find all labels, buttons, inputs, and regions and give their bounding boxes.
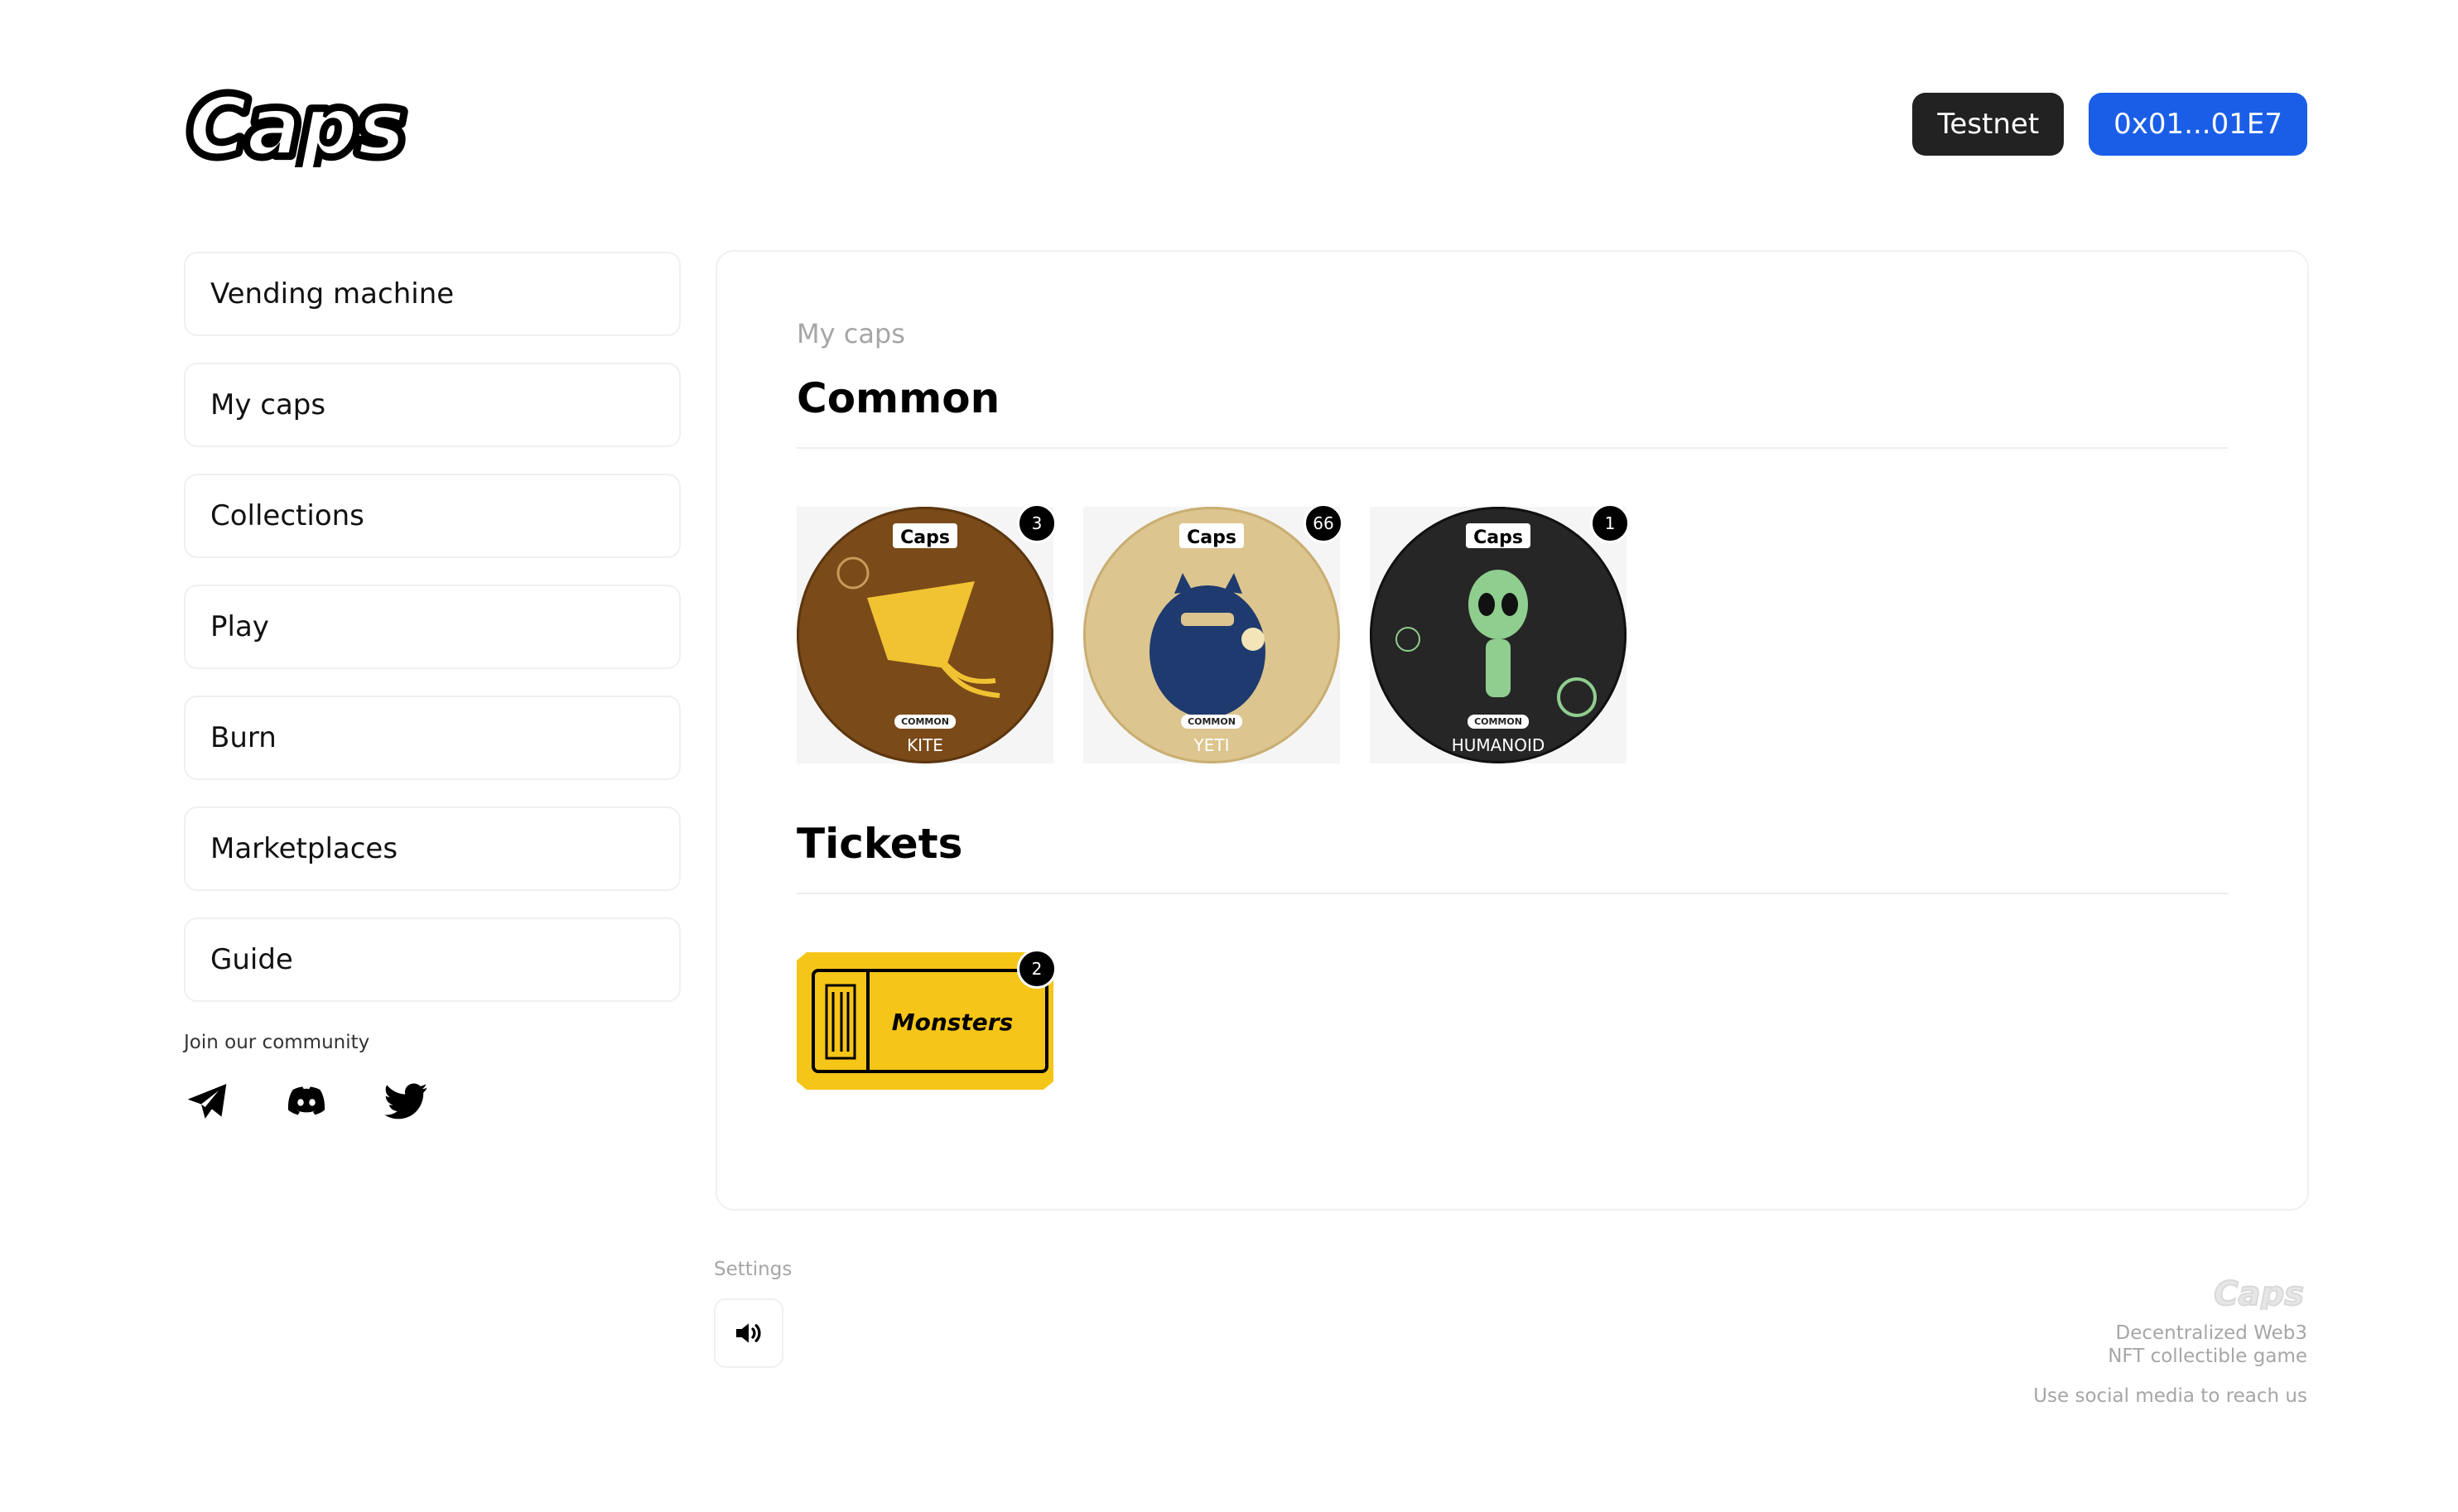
svg-text:Caps: Caps	[900, 527, 950, 548]
footer-contact-note: Use social media to reach us	[2033, 1385, 2307, 1407]
header-actions: Testnet 0x01...01E7	[1912, 93, 2307, 156]
cap-count-badge: 1	[1590, 503, 1630, 543]
svg-text:Monsters: Monsters	[892, 1009, 1014, 1036]
cap-name: KITE	[907, 735, 943, 755]
sidebar-item-marketplaces[interactable]: Marketplaces	[184, 807, 681, 891]
sidebar: Vending machine My caps Collections Play…	[184, 252, 681, 1124]
ticket-card-monsters[interactable]: Monsters 2	[797, 949, 1057, 1090]
sidebar-item-guide[interactable]: Guide	[184, 917, 681, 1002]
telegram-icon[interactable]	[184, 1078, 230, 1124]
common-section-title: Common	[797, 374, 1000, 422]
sidebar-item-play[interactable]: Play	[184, 585, 681, 669]
sound-toggle-button[interactable]	[714, 1298, 783, 1368]
cap-card-kite[interactable]: Caps COMMON KITE 3	[797, 503, 1057, 763]
rarity-badge: COMMON	[1181, 715, 1242, 729]
footer-tagline-2: NFT collectible game	[2108, 1346, 2307, 1367]
community-label: Join our community	[184, 1032, 370, 1053]
sidebar-item-my-caps[interactable]: My caps	[184, 363, 681, 447]
tickets-divider	[797, 893, 2228, 894]
cap-count-badge: 66	[1304, 503, 1343, 543]
cap-card-humanoid[interactable]: Caps COMMON HUMANOID 1	[1370, 503, 1630, 763]
tickets-section-title: Tickets	[797, 820, 963, 868]
svg-text:Caps: Caps	[2214, 1275, 2304, 1310]
rarity-badge: COMMON	[1468, 715, 1529, 729]
sidebar-item-vending-machine[interactable]: Vending machine	[184, 252, 681, 336]
common-divider	[797, 447, 2228, 449]
footer: Caps Decentralized Web3 NFT collectible …	[2033, 1274, 2307, 1408]
social-links	[184, 1078, 681, 1124]
my-caps-panel: My caps Common Caps COMMON KITE 3 Caps C…	[716, 250, 2309, 1211]
speaker-icon	[736, 1323, 761, 1343]
svg-text:Caps: Caps	[189, 80, 405, 167]
cap-card-yeti[interactable]: Caps COMMON YETI 66	[1083, 503, 1343, 763]
sidebar-item-burn[interactable]: Burn	[184, 696, 681, 780]
svg-text:Caps: Caps	[1187, 527, 1236, 548]
ticket-count-badge: 2	[1017, 949, 1057, 989]
network-button[interactable]: Testnet	[1912, 93, 2065, 156]
discord-icon[interactable]	[283, 1078, 330, 1124]
cap-name: HUMANOID	[1451, 735, 1545, 755]
breadcrumb: My caps	[797, 318, 905, 349]
wallet-button[interactable]: 0x01...01E7	[2089, 93, 2307, 156]
sidebar-item-collections[interactable]: Collections	[184, 474, 681, 558]
cap-count-badge: 3	[1017, 503, 1057, 543]
caps-logo[interactable]: Caps Caps	[184, 79, 499, 167]
svg-text:Caps: Caps	[1473, 527, 1523, 548]
footer-caps-logo: Caps	[2213, 1274, 2305, 1314]
footer-tagline-1: Decentralized Web3	[2115, 1322, 2308, 1344]
cap-name: YETI	[1193, 735, 1230, 755]
settings-label: Settings	[714, 1259, 793, 1280]
twitter-icon[interactable]	[383, 1078, 429, 1124]
rarity-badge: COMMON	[894, 715, 956, 729]
ticket-art: Monsters	[797, 952, 1053, 1090]
